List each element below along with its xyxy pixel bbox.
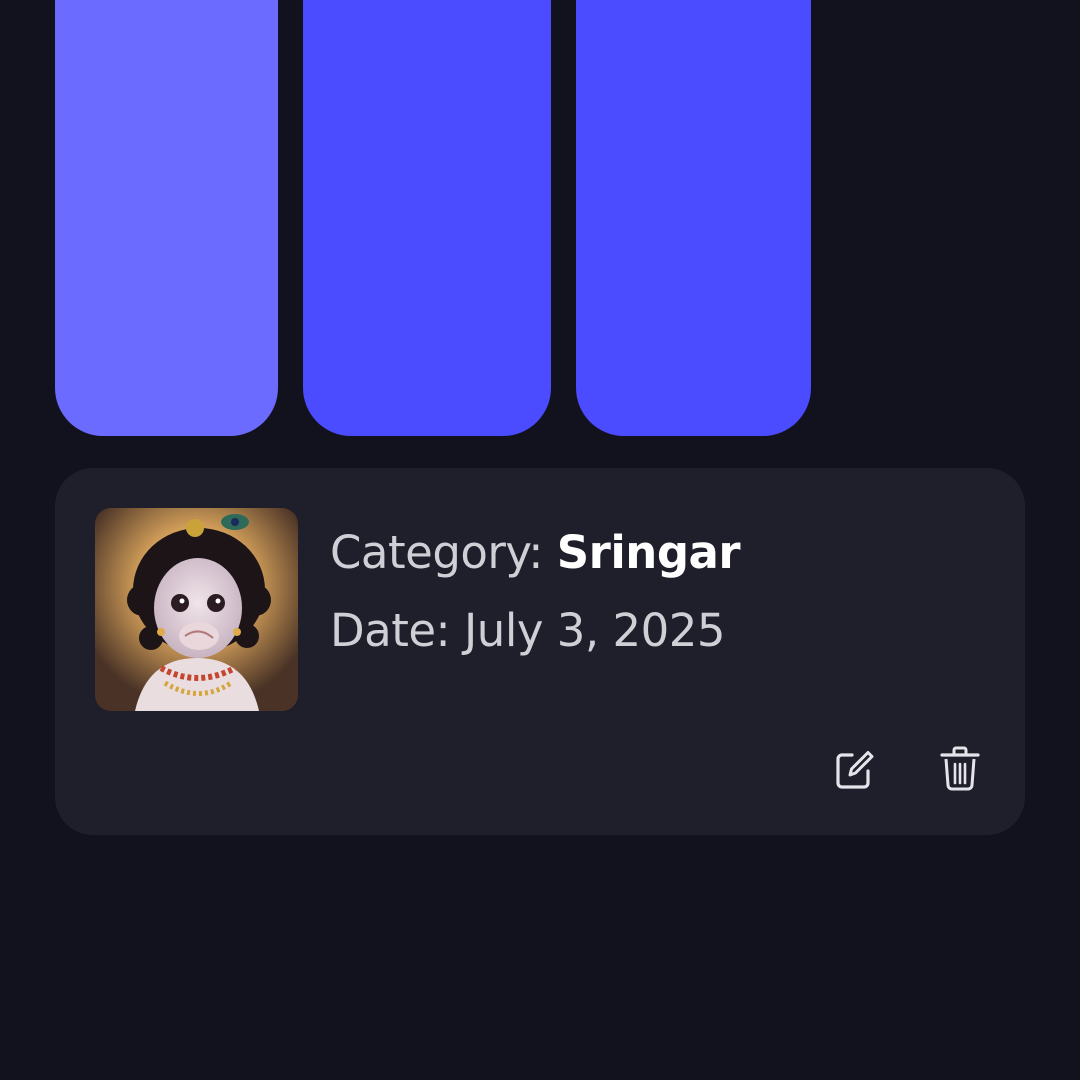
category-line: Category: Sringar xyxy=(330,514,741,592)
entry-info: Category: Sringar Date: July 3, 2025 xyxy=(330,514,741,670)
deity-portrait-image xyxy=(95,508,298,711)
delete-button[interactable] xyxy=(936,745,984,793)
color-block-1[interactable] xyxy=(55,0,278,436)
edit-button[interactable] xyxy=(830,745,878,793)
entry-thumbnail xyxy=(95,508,298,711)
category-label: Category: xyxy=(330,526,543,579)
date-line: Date: July 3, 2025 xyxy=(330,592,740,670)
entry-card: Category: Sringar Date: July 3, 2025 xyxy=(55,468,1025,835)
color-block-2[interactable] xyxy=(303,0,551,436)
category-value: Sringar xyxy=(556,526,741,579)
trash-icon xyxy=(940,746,980,791)
screen: Category: Sringar Date: July 3, 2025 xyxy=(0,0,1080,1080)
edit-icon xyxy=(836,751,874,789)
color-block-3[interactable] xyxy=(576,0,811,436)
date-value: July 3, 2025 xyxy=(464,604,726,657)
date-label: Date: xyxy=(330,604,451,657)
